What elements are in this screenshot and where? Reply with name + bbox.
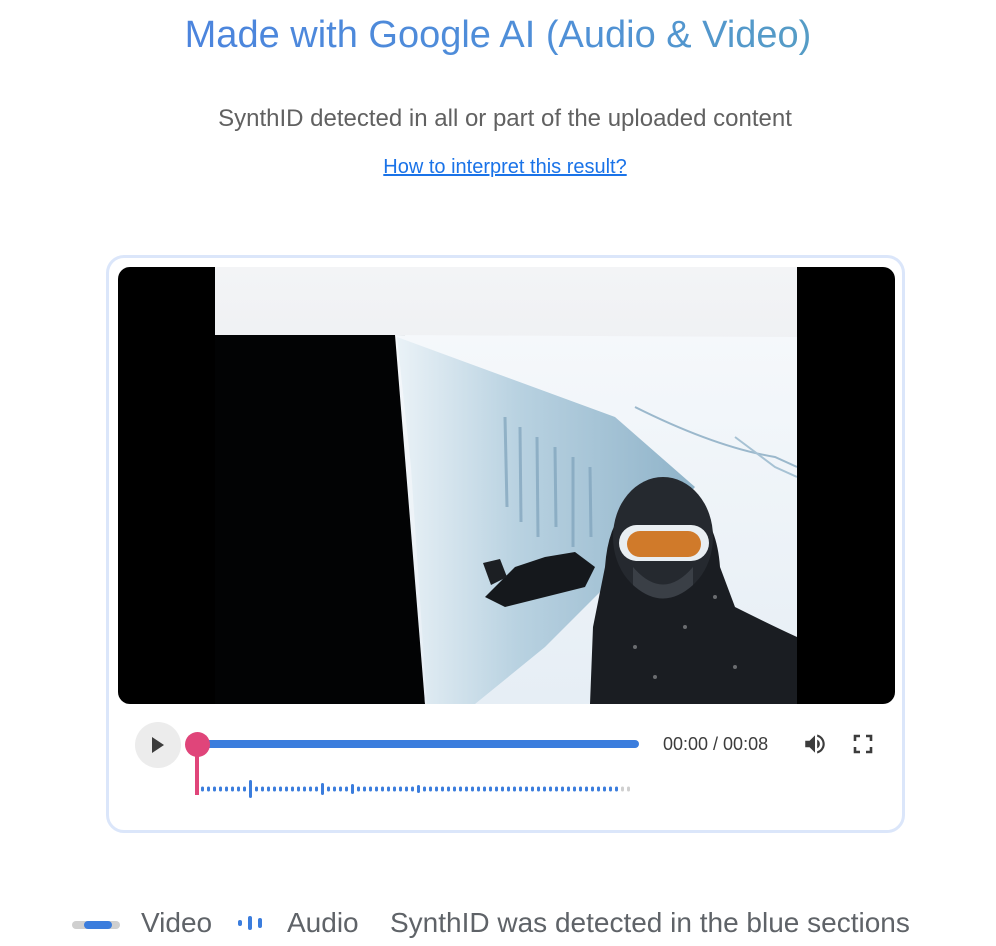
result-title: Made with Google AI (Audio & Video) [0,12,996,58]
waveform-bar [507,786,510,792]
video-legend-swatch [72,921,120,929]
waveform-bar [561,786,564,792]
waveform-bar [393,786,396,792]
waveform-bar [489,786,492,792]
waveform-bar [465,786,468,792]
waveform-bar [513,786,516,792]
waveform-bar [525,786,528,792]
waveform-bar [531,786,534,792]
seek-handle[interactable] [185,732,210,757]
waveform-bar [321,783,324,795]
waveform-bar [255,786,258,792]
waveform-bar [597,786,600,792]
volume-icon[interactable] [802,731,828,757]
result-subtitle: SynthID detected in all or part of the u… [218,105,792,132]
waveform-bar [375,786,378,792]
waveform-bar [429,786,432,792]
waveform-bar [471,786,474,792]
seek-track[interactable] [197,740,639,748]
video-viewport[interactable] [118,267,895,704]
waveform-bar [447,786,450,792]
waveform-bar [273,786,276,792]
waveform-bar [405,786,408,792]
waveform-bar [585,786,588,792]
waveform-bar [231,786,234,792]
waveform-bar [621,786,624,792]
waveform-bar [363,786,366,792]
waveform-bar [609,786,612,792]
waveform-bar [213,786,216,792]
waveform-bar [417,785,420,793]
audio-legend-swatch [238,916,262,930]
waveform-bar [381,786,384,792]
waveform-bar [537,786,540,792]
detection-legend: Video Audio SynthID was detected in the … [0,904,996,944]
waveform-bar [261,786,264,792]
waveform-bar [453,786,456,792]
play-icon [152,737,164,753]
waveform-bar [243,786,246,792]
waveform-bar [279,786,282,792]
waveform-bar [399,786,402,792]
waveform-bar [627,786,630,792]
waveform-bar [567,786,570,792]
waveform-bar [267,786,270,792]
waveform-bar [309,786,312,792]
waveform-bar [603,786,606,792]
waveform-bar [285,786,288,792]
video-legend-label: Video [141,907,213,938]
waveform-bar [207,786,210,792]
media-card: 00:00 / 00:08 [106,255,905,833]
waveform-bar [555,786,558,792]
waveform-bar [297,786,300,792]
waveform-bar [483,786,486,792]
waveform-bar [549,786,552,792]
waveform-bar [477,786,480,792]
play-button[interactable] [135,722,181,768]
waveform-bar [201,786,204,792]
waveform-bar [315,786,318,792]
interpret-result-link[interactable]: How to interpret this result? [0,154,996,180]
waveform-bar [339,786,342,792]
fullscreen-icon[interactable] [853,734,873,754]
waveform-bar [333,786,336,792]
waveform-bar [573,786,576,792]
waveform-bar [579,786,582,792]
waveform-bar [303,786,306,792]
waveform-bar [237,786,240,792]
waveform-bar [591,786,594,792]
waveform-bar [615,786,618,792]
waveform-bar [543,786,546,792]
waveform-bar [411,786,414,792]
waveform-bar [501,786,504,792]
waveform-bar [495,786,498,792]
video-frame [215,267,797,704]
waveform-bar [387,786,390,792]
audio-waveform [201,780,630,798]
waveform-bar [459,786,462,792]
time-readout: 00:00 / 00:08 [663,734,769,754]
waveform-bar [369,786,372,792]
waveform-bar [327,786,330,792]
waveform-bar [519,786,522,792]
waveform-bar [423,786,426,792]
waveform-bar [441,786,444,792]
detection-note: SynthID was detected in the blue section… [390,907,910,938]
waveform-bar [291,786,294,792]
waveform-bar [219,786,222,792]
waveform-bar [435,786,438,792]
waveform-bar [249,780,252,798]
waveform-bar [357,786,360,792]
waveform-bar [225,786,228,792]
waveform-bar [351,784,354,794]
audio-legend-label: Audio [287,907,359,938]
waveform-bar [345,786,348,792]
